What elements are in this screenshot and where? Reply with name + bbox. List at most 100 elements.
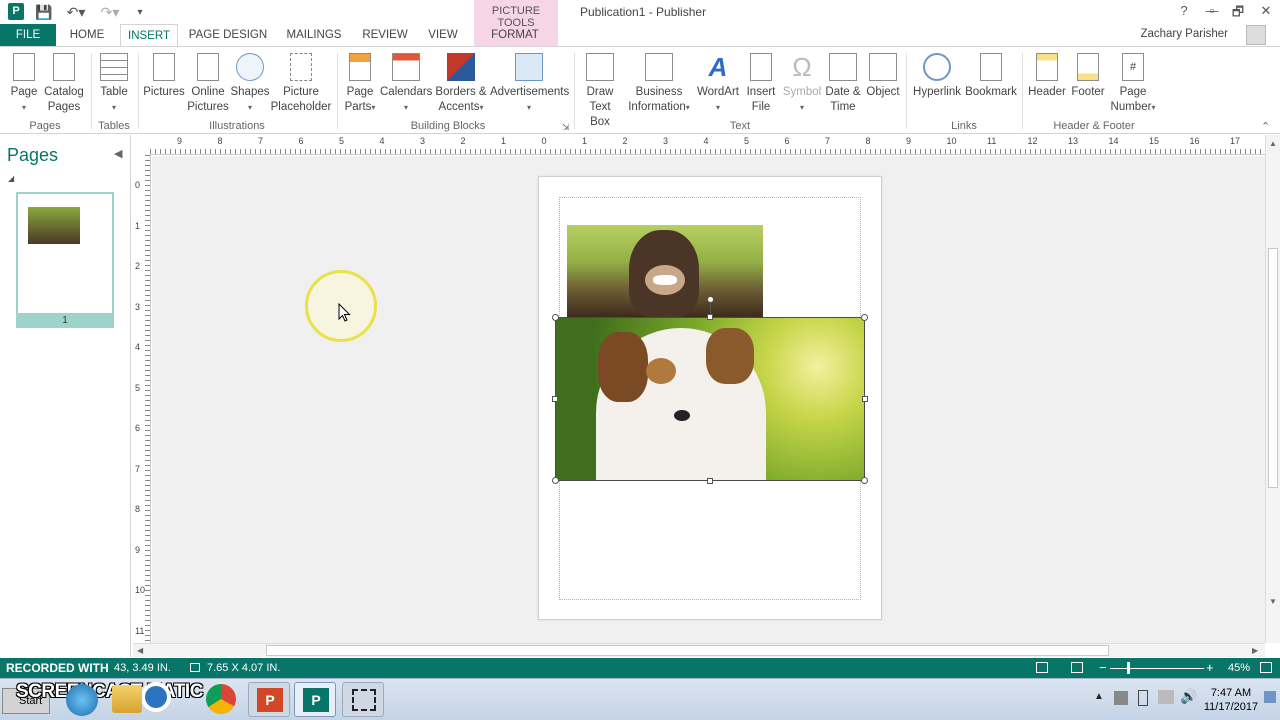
scroll-left-icon[interactable]: ◀ — [137, 646, 143, 655]
ruler-tick-label: 12 — [1027, 136, 1038, 146]
taskbar-powerpoint-button[interactable]: P — [248, 682, 290, 717]
date-time-button[interactable]: Date & Time — [822, 53, 864, 115]
two-page-view-icon[interactable] — [1071, 662, 1083, 673]
symbol-button[interactable]: Ω Symbol ▾ — [782, 53, 822, 115]
online-pictures-button[interactable]: Online Pictures — [186, 53, 230, 115]
page-parts-button[interactable]: Page Parts▾ — [342, 53, 378, 115]
tab-home[interactable]: HOME — [64, 24, 110, 46]
tab-view[interactable]: VIEW — [422, 24, 464, 46]
ruler-tick-label: 1 — [501, 136, 507, 146]
bookmark-button[interactable]: Bookmark — [964, 53, 1018, 100]
scroll-down-icon[interactable]: ▼ — [1269, 597, 1277, 606]
tab-insert[interactable]: INSERT — [120, 24, 178, 47]
action-center-icon[interactable] — [1264, 691, 1276, 703]
scroll-right-icon[interactable]: ▶ — [1252, 646, 1258, 655]
resize-handle[interactable] — [861, 477, 868, 484]
internet-explorer-icon[interactable] — [66, 684, 98, 716]
undo-icon[interactable]: ↶▾ — [62, 2, 90, 22]
business-information-button[interactable]: Business Information▾ — [624, 53, 694, 115]
dialog-launcher-icon[interactable]: ⇲ — [562, 122, 570, 133]
taskbar: Start SCREENCAST MATIC P P ▲ 🔊 7:47 AM 1… — [0, 678, 1280, 720]
volume-icon[interactable]: 🔊 — [1180, 688, 1197, 705]
dog-right-ear — [706, 328, 754, 384]
scroll-up-icon[interactable]: ▲ — [1269, 139, 1277, 148]
header-button[interactable]: Header — [1026, 53, 1068, 100]
chrome-icon[interactable] — [206, 684, 236, 714]
resize-handle[interactable] — [552, 314, 559, 321]
restore-button[interactable]: 🗗 — [1228, 3, 1248, 25]
insert-file-button[interactable]: Insert File — [742, 53, 780, 115]
footer-button[interactable]: Footer — [1068, 53, 1108, 100]
vertical-scrollbar-thumb[interactable] — [1268, 248, 1278, 488]
battery-icon[interactable] — [1138, 690, 1148, 706]
borders-accents-button[interactable]: Borders & Accents▾ — [434, 53, 488, 115]
clock[interactable]: 7:47 AM 11/17/2017 — [1200, 686, 1262, 714]
workspace-canvas[interactable] — [152, 156, 1265, 643]
catalog-pages-button[interactable]: Catalog Pages — [42, 53, 86, 115]
zoom-level[interactable]: 45% — [1228, 662, 1250, 674]
help-button[interactable]: ? — [1174, 3, 1194, 18]
customize-qat-icon[interactable]: ▾ — [132, 2, 148, 22]
tab-format[interactable]: FORMAT — [480, 24, 550, 46]
wordart-button[interactable]: A WordArt ▾ — [696, 53, 740, 115]
tray-flag-icon[interactable] — [1114, 691, 1128, 705]
tab-mailings[interactable]: MAILINGS — [280, 24, 348, 46]
fit-page-icon[interactable] — [1260, 662, 1272, 673]
taskbar-snipping-button[interactable] — [342, 682, 384, 717]
zoom-in-icon[interactable]: + — [1206, 660, 1214, 675]
show-hidden-icons-icon[interactable]: ▲ — [1094, 691, 1104, 702]
resize-handle[interactable] — [707, 478, 713, 484]
publication-page[interactable] — [538, 176, 882, 620]
powerpoint-icon: P — [257, 688, 283, 712]
horizontal-scrollbar[interactable]: ◀ ▶ — [133, 643, 1265, 657]
close-button[interactable]: ✕ — [1256, 3, 1276, 19]
pictures-button[interactable]: Pictures — [142, 53, 186, 100]
rotate-handle[interactable] — [707, 296, 714, 303]
ruler-tick-label: 4 — [703, 136, 709, 146]
resize-handle[interactable] — [552, 477, 559, 484]
draw-text-box-button[interactable]: Draw Text Box — [578, 53, 622, 130]
object-button[interactable]: Object — [864, 53, 902, 100]
dog-patch — [646, 358, 676, 384]
shapes-button[interactable]: Shapes ▾ — [230, 53, 270, 115]
network-icon[interactable] — [1158, 690, 1174, 704]
minimize-button[interactable]: — — [1202, 3, 1222, 18]
table-button[interactable]: Table ▾ — [96, 53, 132, 115]
hyperlink-button[interactable]: Hyperlink — [910, 53, 964, 100]
redo-icon[interactable]: ↷▾ — [98, 2, 122, 22]
ruler-tick-label: 9 — [135, 544, 141, 555]
resize-handle[interactable] — [861, 314, 868, 321]
ribbon-separator — [138, 53, 139, 129]
pages-pane-title: Pages — [7, 145, 59, 165]
zoom-slider[interactable] — [1110, 668, 1204, 669]
taskbar-publisher-button[interactable]: P — [294, 682, 336, 717]
save-icon[interactable]: 💾 — [34, 2, 54, 22]
vertical-scrollbar[interactable]: ▲ ▼ — [1265, 135, 1280, 643]
resize-handle[interactable] — [707, 314, 713, 320]
calendars-button[interactable]: Calendars ▾ — [380, 53, 432, 115]
date-time-icon — [829, 53, 857, 81]
file-explorer-icon[interactable] — [112, 685, 142, 713]
page-thumbnail[interactable] — [16, 192, 114, 327]
collapse-ribbon-icon[interactable]: ⌃ — [1261, 120, 1270, 133]
page-button[interactable]: Page ▾ — [6, 53, 42, 115]
advertisements-button[interactable]: Advertisements ▾ — [490, 53, 569, 115]
zoom-slider-thumb[interactable] — [1127, 662, 1130, 674]
dog-image[interactable] — [555, 317, 865, 481]
ruler-tick-label: 8 — [135, 504, 141, 514]
tab-page-design[interactable]: PAGE DESIGN — [186, 24, 270, 46]
resize-handle[interactable] — [552, 396, 558, 402]
resize-handle[interactable] — [862, 396, 868, 402]
horizontal-scrollbar-thumb[interactable] — [266, 645, 1109, 656]
zoom-out-icon[interactable]: − — [1099, 660, 1107, 675]
expand-triangle-icon[interactable]: ◢ — [8, 174, 14, 183]
tab-file[interactable]: FILE — [0, 24, 56, 46]
chevron-left-icon[interactable]: ◀ — [114, 147, 122, 160]
single-page-view-icon[interactable] — [1036, 662, 1048, 673]
picture-placeholder-button[interactable]: Picture Placeholder — [270, 53, 332, 115]
page-number-button[interactable]: # Page Number▾ — [1108, 53, 1158, 115]
chimpanzee-image[interactable] — [567, 225, 763, 317]
avatar[interactable] — [1246, 25, 1266, 45]
tab-review[interactable]: REVIEW — [358, 24, 412, 46]
user-name[interactable]: Zachary Parisher — [1140, 28, 1228, 40]
